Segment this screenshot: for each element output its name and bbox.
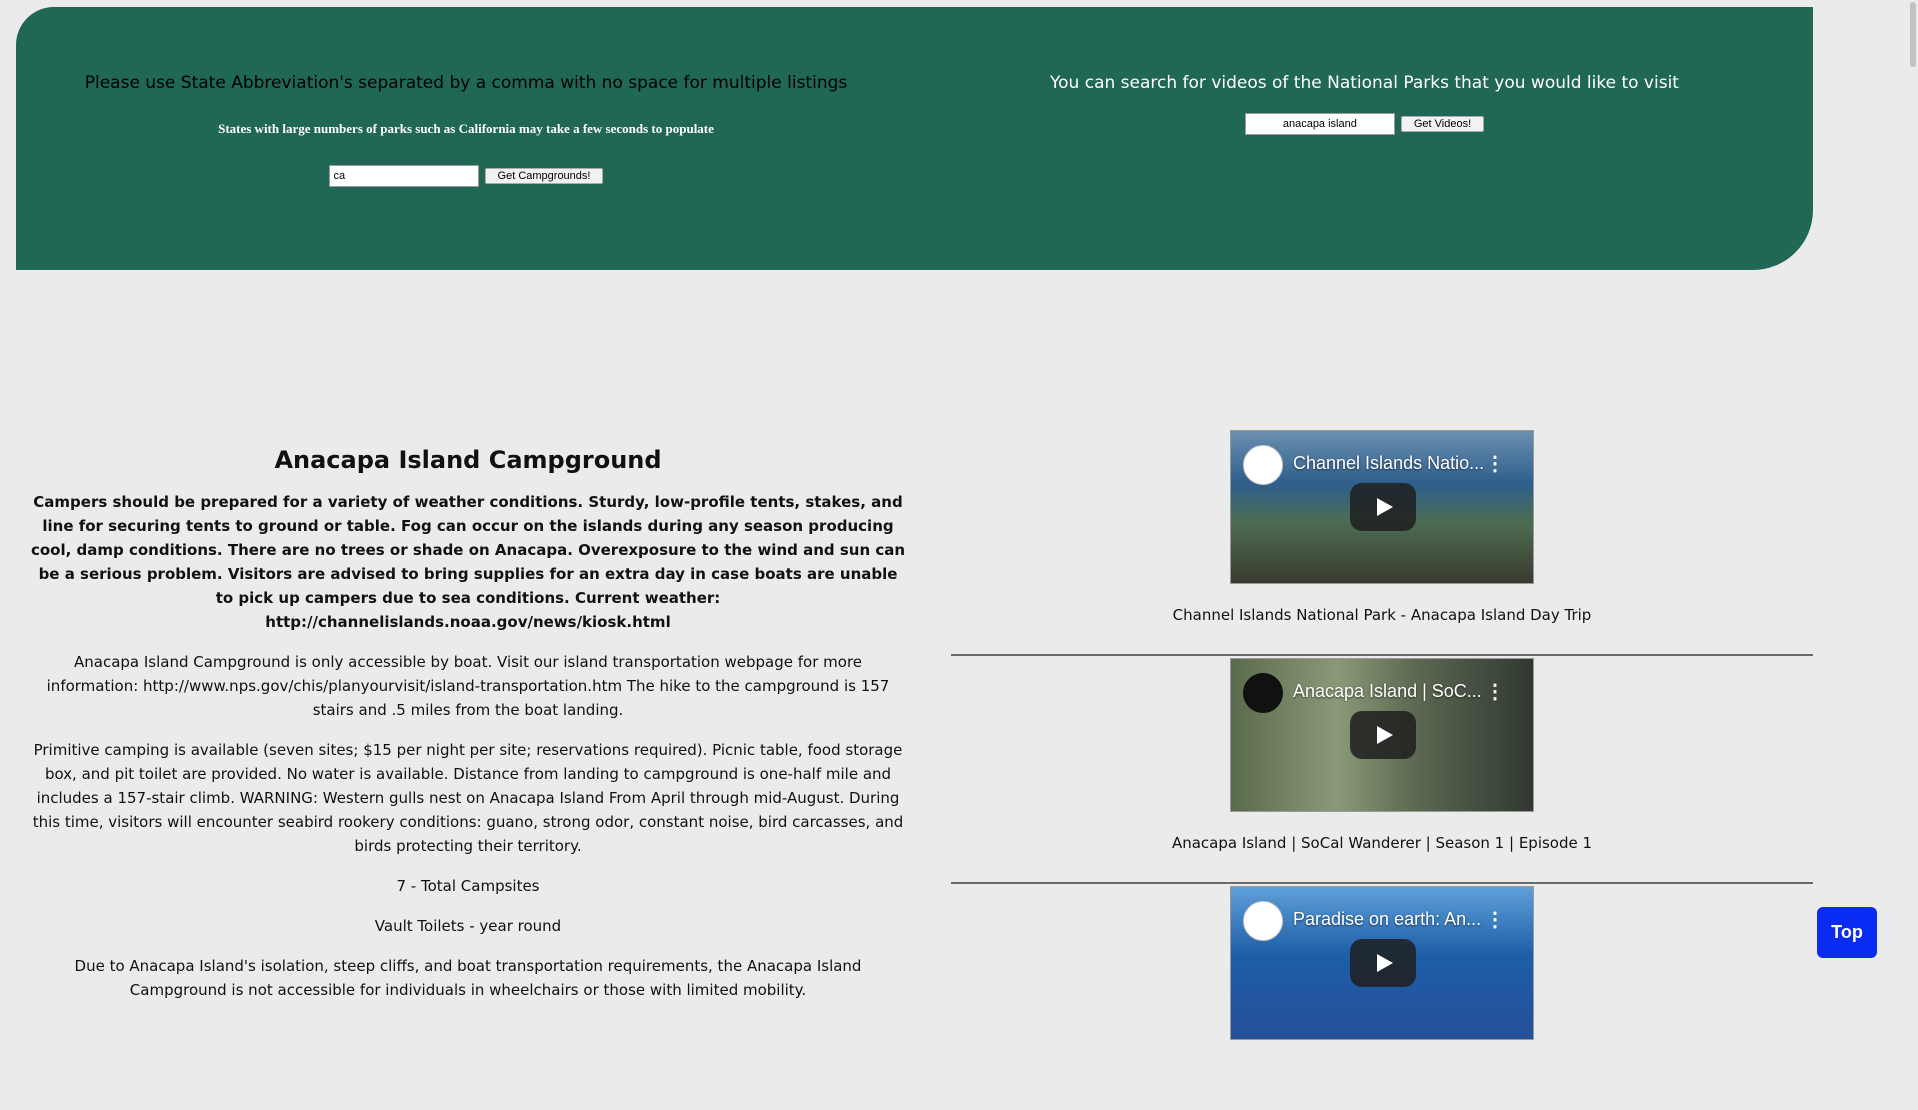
- get-videos-button[interactable]: Get Videos!: [1400, 116, 1485, 132]
- page-scrollbar[interactable]: [1908, 0, 1918, 979]
- state-input[interactable]: [328, 165, 479, 187]
- scrollbar-thumb[interactable]: [1910, 2, 1916, 67]
- video-item: Paradise on earth: An... ⋮: [951, 884, 1813, 1110]
- play-icon[interactable]: [1350, 939, 1416, 987]
- toilets-text: Vault Toilets - year round: [374, 917, 562, 935]
- video-thumb-title: Channel Islands Natio...: [1293, 453, 1485, 473]
- accessibility-text: Due to Anacapa Island's isolation, steep…: [74, 957, 862, 999]
- weather-text: Campers should be prepared for a variety…: [30, 493, 906, 631]
- play-icon[interactable]: [1350, 711, 1416, 759]
- video-item: Anacapa Island | SoC... ⋮ Anacapa Island…: [951, 656, 1813, 884]
- video-search-form: Get Videos!: [916, 113, 1813, 135]
- channel-avatar-icon: [1243, 673, 1283, 713]
- get-campgrounds-button[interactable]: Get Campgrounds!: [484, 168, 604, 184]
- top-button[interactable]: Top: [1817, 907, 1877, 958]
- video-thumbnail[interactable]: Anacapa Island | SoC... ⋮: [1230, 658, 1534, 812]
- more-vert-icon[interactable]: ⋮: [1485, 451, 1505, 476]
- play-icon[interactable]: [1350, 483, 1416, 531]
- state-instructions: Please use State Abbreviation's separate…: [84, 73, 848, 93]
- more-vert-icon[interactable]: ⋮: [1485, 907, 1505, 932]
- video-list: Channel Islands Natio... ⋮ Channel Islan…: [951, 428, 1813, 1110]
- video-item: Channel Islands Natio... ⋮ Channel Islan…: [951, 428, 1813, 656]
- campground-title: Anacapa Island Campground: [274, 446, 662, 474]
- campsites-count: 7 - Total Campsites: [396, 877, 540, 895]
- channel-avatar-icon: [1243, 445, 1283, 485]
- campground-details: Anacapa Island Campground Campers should…: [30, 440, 906, 1018]
- video-caption: Channel Islands National Park - Anacapa …: [1172, 606, 1592, 624]
- access-text: Anacapa Island Campground is only access…: [46, 653, 890, 719]
- populate-note: States with large numbers of parks such …: [218, 121, 714, 136]
- campground-search-form: Get Campgrounds!: [16, 165, 916, 187]
- description-text: Primitive camping is available (seven si…: [32, 741, 904, 855]
- video-caption: Anacapa Island | SoCal Wanderer | Season…: [1171, 834, 1593, 852]
- video-thumbnail[interactable]: Channel Islands Natio... ⋮: [1230, 430, 1534, 584]
- search-header: Please use State Abbreviation's separate…: [16, 7, 1813, 270]
- video-search-input[interactable]: [1244, 113, 1395, 135]
- video-instructions: You can search for videos of the Nationa…: [1050, 73, 1679, 93]
- more-vert-icon[interactable]: ⋮: [1485, 679, 1505, 704]
- video-thumbnail[interactable]: Paradise on earth: An... ⋮: [1230, 886, 1534, 1040]
- channel-avatar-icon: [1243, 901, 1283, 941]
- video-thumb-title: Anacapa Island | SoC...: [1293, 681, 1482, 701]
- video-thumb-title: Paradise on earth: An...: [1293, 909, 1482, 929]
